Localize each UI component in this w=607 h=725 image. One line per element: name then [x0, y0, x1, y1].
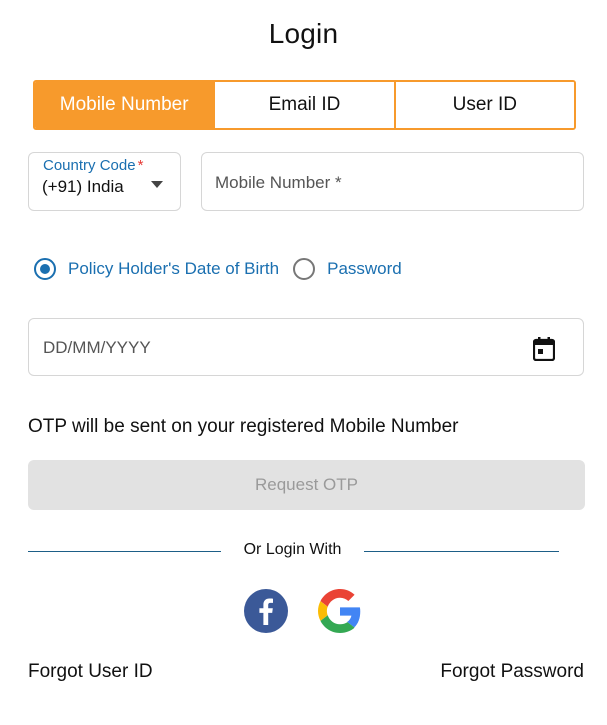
- radio-password[interactable]: Password: [293, 258, 402, 280]
- tab-mobile-number[interactable]: Mobile Number: [35, 82, 214, 128]
- tab-email-id[interactable]: Email ID: [213, 82, 394, 128]
- request-otp-button[interactable]: Request OTP: [28, 460, 585, 510]
- country-code-label: Country Code *: [43, 157, 144, 174]
- radio-password-label[interactable]: Password: [327, 259, 402, 279]
- forgot-user-id-link[interactable]: Forgot User ID: [28, 661, 153, 683]
- page-title: Login: [268, 18, 339, 49]
- auth-option-radio-group: Policy Holder's Date of Birth Password: [34, 256, 402, 282]
- chevron-down-icon: [151, 181, 163, 188]
- divider-right: [364, 551, 559, 552]
- or-login-with-text: Or Login With: [243, 541, 342, 558]
- radio-unchecked-icon[interactable]: [293, 258, 316, 280]
- tab-user-id[interactable]: User ID: [393, 82, 574, 128]
- calendar-icon[interactable]: [533, 337, 555, 361]
- google-icon[interactable]: [318, 589, 362, 633]
- divider-left: [28, 551, 221, 552]
- radio-dob-label[interactable]: Policy Holder's Date of Birth: [68, 259, 279, 279]
- mobile-number-placeholder: Mobile Number *: [215, 173, 342, 192]
- login-method-tabs: Mobile Number Email ID User ID: [33, 80, 576, 130]
- country-code-value: (+91) India: [42, 177, 124, 196]
- radio-checked-icon[interactable]: [34, 258, 56, 280]
- dob-input[interactable]: DD/MM/YYYY: [28, 318, 584, 376]
- facebook-icon[interactable]: [244, 589, 288, 633]
- dob-placeholder: DD/MM/YYYY: [43, 338, 151, 357]
- required-mark: *: [137, 157, 144, 174]
- radio-dob[interactable]: Policy Holder's Date of Birth: [34, 258, 279, 280]
- mobile-number-input[interactable]: Mobile Number *: [201, 152, 584, 211]
- forgot-password-link[interactable]: Forgot Password: [440, 661, 584, 683]
- country-code-select[interactable]: Country Code * (+91) India: [28, 152, 181, 211]
- otp-note: OTP will be sent on your registered Mobi…: [28, 416, 459, 437]
